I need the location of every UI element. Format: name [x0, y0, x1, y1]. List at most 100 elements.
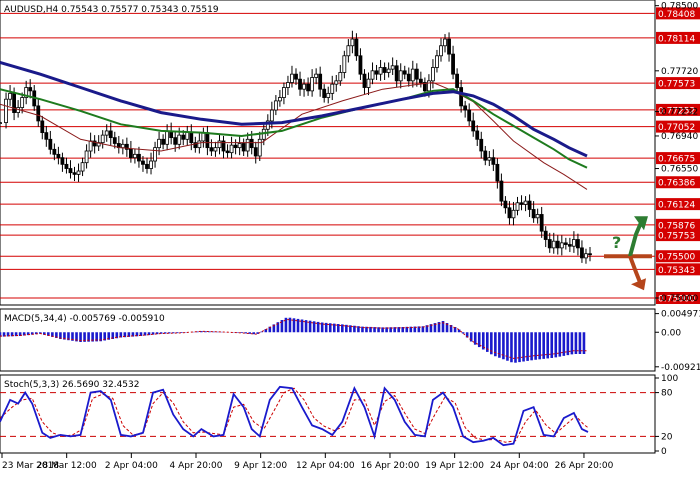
candle-body: [286, 82, 290, 88]
candle-body: [539, 214, 544, 232]
stoch-tick-label: 100: [661, 374, 678, 384]
candle-body: [213, 147, 218, 152]
candle-body: [483, 150, 488, 161]
price-tick-label: 0.76550: [661, 165, 698, 175]
candle-body: [173, 137, 178, 145]
candle-body: [189, 132, 194, 144]
candle-body: [547, 239, 552, 249]
candle-body: [535, 214, 540, 219]
candle-body: [330, 83, 335, 94]
candle-body: [249, 138, 254, 149]
candle-body: [0, 122, 2, 124]
macd-tick-label: -0.009213: [661, 363, 700, 373]
candle-body: [294, 73, 298, 80]
level-label: 0.78114: [658, 34, 695, 44]
level-label: 0.76675: [658, 155, 695, 165]
candle-body: [277, 97, 282, 102]
candle-body: [60, 157, 65, 165]
candle-body: [177, 134, 182, 145]
candle-body: [245, 138, 250, 152]
candle-body: [80, 162, 85, 172]
candle-body: [346, 45, 351, 57]
candle-body: [334, 80, 339, 85]
candle-body: [48, 138, 53, 150]
candle-body: [527, 200, 532, 210]
candle-body: [290, 73, 294, 83]
price-tick-label: 0.75000: [661, 294, 698, 304]
candle-body: [447, 38, 451, 55]
candle-body: [36, 105, 41, 122]
candle-body: [326, 92, 331, 98]
time-tick-label: 16 Apr 20:00: [361, 461, 420, 471]
candle-body: [133, 153, 137, 159]
candle-body: [310, 77, 315, 92]
candle-body: [366, 78, 371, 88]
candle-body: [233, 144, 238, 149]
candle-body: [217, 140, 222, 149]
candle-body: [314, 73, 319, 78]
candle-body: [439, 45, 443, 57]
candle-body: [475, 130, 480, 140]
candle-body: [455, 73, 459, 88]
candle-body: [511, 209, 516, 219]
candle-body: [374, 70, 379, 75]
candle-body: [181, 134, 186, 140]
candle-body: [580, 247, 584, 259]
candle-body: [543, 230, 548, 240]
candle-body: [479, 138, 484, 152]
candle-body: [306, 83, 310, 92]
candle-body: [100, 134, 105, 144]
candle-body: [237, 143, 242, 149]
candle-body: [378, 67, 383, 75]
stoch-tick-label: 80: [661, 389, 673, 399]
stoch-tick-label: 20: [661, 432, 673, 442]
macd-tick-label: 0.00: [661, 328, 681, 338]
candle-body: [185, 132, 190, 140]
chart-background: [0, 0, 700, 500]
candle-body: [459, 87, 464, 107]
macd-header: MACD(5,34,4) -0.005769 -0.005910: [4, 314, 165, 324]
candle-body: [145, 163, 149, 169]
candle-body: [406, 73, 411, 82]
candle-body: [72, 172, 77, 175]
candle-body: [555, 240, 560, 249]
candle-body: [12, 92, 16, 113]
candle-body: [491, 157, 496, 165]
candle-body: [273, 100, 278, 111]
candle-body: [141, 160, 145, 165]
candle-body: [338, 72, 343, 82]
candle-body: [104, 130, 109, 136]
candle-body: [88, 140, 93, 152]
candle-body: [495, 163, 500, 182]
candle-body: [394, 65, 399, 82]
candle-body: [253, 147, 258, 157]
candle-body: [350, 38, 355, 47]
candle-body: [471, 120, 476, 132]
time-tick-label: 9 Apr 12:00: [234, 461, 287, 471]
candle-body: [519, 202, 524, 205]
candle-body: [40, 120, 45, 134]
candle-body: [205, 132, 210, 149]
candle-body: [362, 73, 367, 88]
candle-body: [257, 138, 262, 157]
candle-body: [153, 147, 157, 162]
candle-body: [197, 140, 202, 149]
candle-body: [52, 148, 57, 155]
candle-body: [584, 253, 588, 259]
time-tick-label: 19 Apr 12:00: [425, 461, 484, 471]
candle-body: [386, 68, 391, 73]
time-tick-label: 26 Apr 20:00: [555, 461, 614, 471]
candle-body: [382, 67, 387, 73]
time-tick-label: 2 Apr 04:00: [105, 461, 158, 471]
candle-body: [487, 157, 492, 161]
level-label: 0.75343: [658, 266, 695, 276]
candle-body: [414, 68, 419, 80]
candle-body: [76, 170, 81, 175]
candle-body: [209, 147, 214, 152]
candle-body: [28, 87, 33, 92]
candle-body: [56, 153, 61, 159]
price-tick-label: 0.77232: [661, 108, 698, 118]
candle-body: [84, 150, 89, 164]
candle-body: [112, 137, 117, 144]
candle-body: [463, 105, 468, 111]
